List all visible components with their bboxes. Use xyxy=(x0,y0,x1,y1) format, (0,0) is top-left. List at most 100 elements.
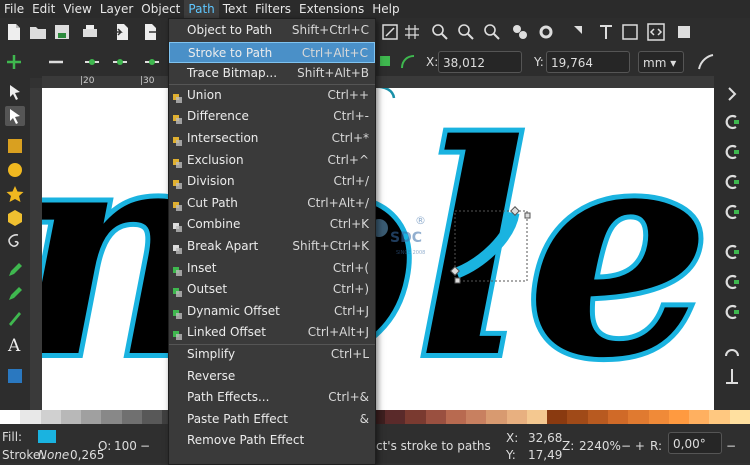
unit-select[interactable]: mm ▾ xyxy=(638,51,684,73)
layers-icon[interactable] xyxy=(620,22,640,42)
snap-centers-icon[interactable] xyxy=(722,342,742,362)
menu-item-remove-path-effect[interactable]: Remove Path Effect xyxy=(169,430,375,451)
menu-help[interactable]: Help xyxy=(368,0,403,18)
settings-icon[interactable] xyxy=(536,22,556,42)
delete-node-icon[interactable] xyxy=(46,52,66,72)
menu-item-linked-offset[interactable]: Linked Offset Ctrl+Alt+J xyxy=(169,322,375,343)
y-coordinate-field[interactable]: 19,764 xyxy=(546,51,630,73)
palette-swatch[interactable] xyxy=(648,410,669,424)
palette-swatch[interactable] xyxy=(121,410,142,424)
join-nodes-icon[interactable] xyxy=(82,52,102,72)
zoom-drawing-icon[interactable] xyxy=(456,22,476,42)
calligraphy-tool-icon[interactable] xyxy=(5,308,25,328)
menu-view[interactable]: View xyxy=(59,0,95,18)
palette-swatch[interactable] xyxy=(81,410,102,424)
zoom-value[interactable]: 2240% xyxy=(579,439,621,453)
menu-item-simplify[interactable]: Simplify Ctrl+L xyxy=(169,344,375,365)
menu-item-paste-path-effect[interactable]: Paste Path Effect & xyxy=(169,409,375,430)
text-icon[interactable] xyxy=(596,22,616,42)
pencil-tool-icon[interactable] xyxy=(5,260,25,280)
opacity-value[interactable]: 100 xyxy=(114,439,137,453)
opacity-stepper[interactable]: − xyxy=(140,439,150,453)
gradient-tool-icon[interactable] xyxy=(5,366,25,386)
palette-swatch[interactable] xyxy=(628,410,649,424)
menu-text[interactable]: Text xyxy=(219,0,251,18)
menu-item-difference[interactable]: Difference Ctrl+- xyxy=(169,106,375,127)
palette-swatch[interactable] xyxy=(40,410,61,424)
add-node-icon[interactable] xyxy=(4,52,24,72)
rotation-stepper[interactable]: − xyxy=(726,439,736,453)
palette-swatch[interactable] xyxy=(0,410,21,424)
ellipse-tool-icon[interactable] xyxy=(5,160,25,180)
3d-box-tool-icon[interactable] xyxy=(5,208,25,228)
menu-extensions[interactable]: Extensions xyxy=(295,0,368,18)
menu-item-outset[interactable]: Outset Ctrl+) xyxy=(169,279,375,300)
segment-line-icon[interactable] xyxy=(142,52,162,72)
menu-item-exclusion[interactable]: Exclusion Ctrl+^ xyxy=(169,150,375,171)
palette-swatch[interactable] xyxy=(689,410,710,424)
palette-swatch[interactable] xyxy=(405,410,426,424)
drawing-canvas[interactable]: nole SDC ® SINCE 2008 xyxy=(42,88,714,410)
snap-paths-icon[interactable] xyxy=(722,272,742,292)
menu-item-trace-bitmap[interactable]: Trace Bitmap... Shift+Alt+B xyxy=(169,63,375,84)
rectangle-tool-icon[interactable] xyxy=(5,136,25,156)
palette-swatch[interactable] xyxy=(729,410,750,424)
break-node-icon[interactable] xyxy=(110,52,130,72)
x-coordinate-field[interactable]: 38,012 xyxy=(438,51,522,73)
palette-swatch[interactable] xyxy=(141,410,163,424)
palette-swatch[interactable] xyxy=(547,410,568,424)
palette-swatch[interactable] xyxy=(709,410,730,424)
snap-corners-icon[interactable] xyxy=(722,202,742,222)
menu-file[interactable]: File xyxy=(0,0,28,18)
palette-swatch[interactable] xyxy=(506,410,527,424)
spiral-tool-icon[interactable] xyxy=(5,232,25,252)
menu-item-intersection[interactable]: Intersection Ctrl+* xyxy=(169,128,375,149)
palette-swatch[interactable] xyxy=(20,410,41,424)
menu-item-break-apart[interactable]: Break Apart Shift+Ctrl+K xyxy=(169,236,375,257)
pen-tool-icon[interactable] xyxy=(5,284,25,304)
menu-item-cut-path[interactable]: Cut Path Ctrl+Alt+/ xyxy=(169,193,375,214)
menu-item-stroke-to-path[interactable]: Stroke to Path Ctrl+Alt+C xyxy=(169,41,375,63)
import-icon[interactable] xyxy=(112,22,132,42)
selector-tool-icon[interactable] xyxy=(5,82,25,102)
zoom-stepper[interactable]: − + xyxy=(621,439,645,453)
palette-swatch[interactable] xyxy=(607,410,629,424)
menu-item-inset[interactable]: Inset Ctrl+( xyxy=(169,258,375,279)
show-outline-icon[interactable] xyxy=(398,52,418,72)
show-handles-icon[interactable] xyxy=(376,52,396,72)
menu-item-reverse[interactable]: Reverse xyxy=(169,366,375,387)
menu-layer[interactable]: Layer xyxy=(96,0,137,18)
fill-swatch[interactable] xyxy=(38,430,56,443)
print-icon[interactable] xyxy=(80,22,100,42)
snap-guides-icon[interactable] xyxy=(722,366,742,386)
menu-item-union[interactable]: Union Ctrl++ xyxy=(169,85,375,106)
snap-toggle-icon[interactable] xyxy=(722,112,742,132)
menu-edit[interactable]: Edit xyxy=(28,0,59,18)
menu-filters[interactable]: Filters xyxy=(251,0,295,18)
snap-intersections-icon[interactable] xyxy=(722,302,742,322)
menu-object[interactable]: Object xyxy=(137,0,184,18)
menu-item-division[interactable]: Division Ctrl+/ xyxy=(169,171,375,192)
palette-swatch[interactable] xyxy=(60,410,82,424)
menu-item-dynamic-offset[interactable]: Dynamic Offset Ctrl+J xyxy=(169,301,375,322)
clone-icon[interactable] xyxy=(510,22,530,42)
save-icon[interactable] xyxy=(52,22,72,42)
stroke-value[interactable]: None xyxy=(38,448,69,462)
more-options-icon[interactable] xyxy=(722,84,742,104)
new-document-icon[interactable] xyxy=(4,22,24,42)
palette-swatch[interactable] xyxy=(567,410,588,424)
menu-path[interactable]: Path xyxy=(184,0,219,18)
palette-swatch[interactable] xyxy=(668,410,690,424)
menu-item-combine[interactable]: Combine Ctrl+K xyxy=(169,214,375,235)
grid-icon[interactable] xyxy=(402,22,422,42)
menu-item-path-effects[interactable]: Path Effects... Ctrl+& xyxy=(169,387,375,408)
palette-swatch[interactable] xyxy=(101,410,122,424)
palette-swatch[interactable] xyxy=(385,410,406,424)
fill-stroke-icon[interactable] xyxy=(570,22,590,42)
menu-item-object-to-path[interactable]: Object to Path Shift+Ctrl+C xyxy=(169,20,375,41)
zoom-page-icon[interactable] xyxy=(482,22,502,42)
node-handle[interactable] xyxy=(524,212,531,219)
node-handle[interactable] xyxy=(454,277,461,284)
palette-swatch[interactable] xyxy=(445,410,467,424)
text-tool-icon[interactable]: A xyxy=(5,334,25,356)
